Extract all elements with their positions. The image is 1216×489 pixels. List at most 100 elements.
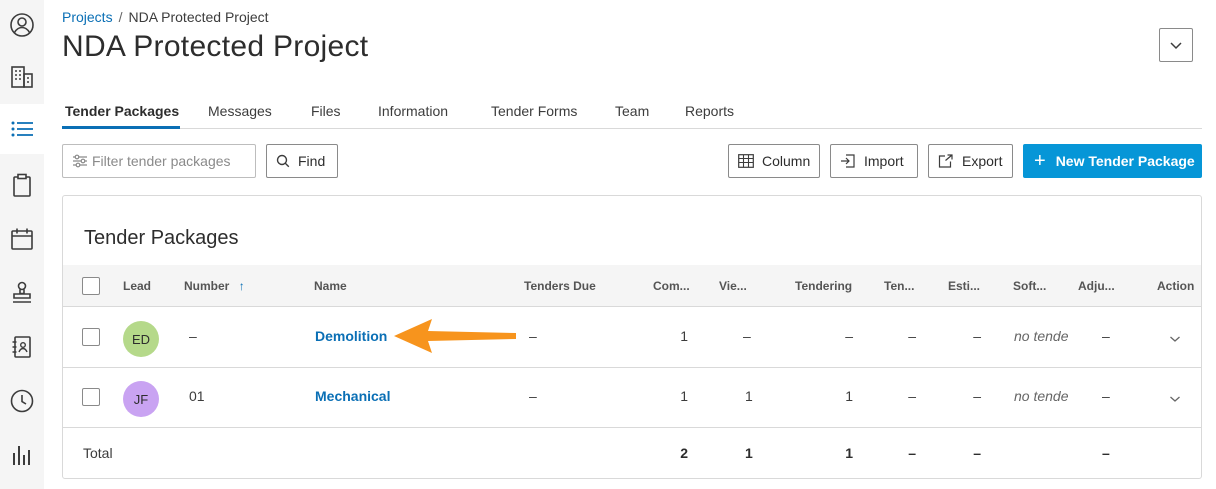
cell-estimate: –: [973, 328, 981, 344]
export-button[interactable]: Export: [928, 144, 1013, 178]
total-adjusted: –: [1102, 445, 1110, 461]
package-name-link[interactable]: Demolition: [315, 328, 387, 344]
chevron-down-icon: [1170, 336, 1180, 342]
active-tab-indicator: [62, 126, 180, 129]
calendar-icon: [11, 228, 33, 250]
tab-bar: Tender Packages Messages Files Informati…: [62, 98, 1202, 129]
find-button[interactable]: Find: [266, 144, 338, 178]
import-icon: [841, 154, 855, 168]
sidebar-item-companies[interactable]: [0, 52, 44, 102]
tender-packages-card: Tender Packages Lead Number ↑ Name Tende…: [62, 195, 1202, 479]
sidebar-item-directory[interactable]: [0, 322, 44, 372]
bar-chart-icon: [13, 446, 30, 465]
sidebar-item-approvals[interactable]: [0, 268, 44, 318]
import-label: Import: [864, 153, 904, 169]
cell-number: 01: [189, 388, 205, 404]
col-tendered[interactable]: Ten...: [884, 279, 914, 293]
list-icon: [11, 121, 33, 137]
clock-icon: [10, 389, 34, 413]
clipboard-icon: [13, 173, 31, 197]
tab-tender-packages[interactable]: Tender Packages: [65, 103, 179, 119]
sidebar-item-profile[interactable]: [0, 0, 44, 50]
project-menu-button[interactable]: [1159, 28, 1193, 62]
col-tenders-due[interactable]: Tenders Due: [524, 279, 596, 293]
new-tender-package-label: New Tender Package: [1055, 153, 1195, 169]
col-viewed[interactable]: Vie...: [719, 279, 747, 293]
filter-input[interactable]: Filter tender packages: [62, 144, 256, 178]
chevron-down-icon: [1170, 42, 1182, 50]
export-icon: [938, 154, 953, 168]
cell-tendering: 1: [845, 388, 853, 404]
avatar: JF: [123, 381, 159, 417]
cell-number: –: [189, 328, 197, 344]
breadcrumb-current: NDA Protected Project: [128, 9, 269, 25]
chevron-down-icon: [1170, 396, 1180, 402]
cell-tenders-due: –: [529, 388, 537, 404]
total-tendered: –: [908, 445, 916, 461]
sidebar-item-forms[interactable]: [0, 160, 44, 210]
row-checkbox[interactable]: [82, 388, 100, 406]
cell-tendered: –: [908, 328, 916, 344]
tab-team[interactable]: Team: [615, 103, 649, 119]
col-estimate[interactable]: Esti...: [948, 279, 980, 293]
page-title: NDA Protected Project: [62, 30, 369, 63]
avatar: ED: [123, 321, 159, 357]
tab-messages[interactable]: Messages: [208, 103, 272, 119]
breadcrumb: Projects / NDA Protected Project: [62, 9, 269, 25]
sidebar-item-reports[interactable]: [0, 430, 44, 480]
cell-committed: 1: [680, 328, 688, 344]
cell-viewed: –: [743, 328, 751, 344]
cell-adjusted: –: [1102, 328, 1110, 344]
col-committed[interactable]: Com...: [653, 279, 690, 293]
col-adjusted[interactable]: Adju...: [1078, 279, 1115, 293]
cell-committed: 1: [680, 388, 688, 404]
column-button[interactable]: Column: [728, 144, 820, 178]
plus-icon: +: [1034, 150, 1046, 172]
cell-adjusted: –: [1102, 388, 1110, 404]
search-icon: [276, 154, 290, 168]
table-columns-icon: [738, 154, 754, 168]
cell-soft: no tende: [1014, 388, 1069, 404]
row-action-button[interactable]: [1169, 390, 1181, 406]
total-tendering: 1: [845, 445, 853, 461]
cell-soft: no tende: [1014, 328, 1069, 344]
col-soft[interactable]: Soft...: [1013, 279, 1046, 293]
column-label: Column: [762, 153, 811, 169]
tab-reports[interactable]: Reports: [685, 103, 734, 119]
row-action-button[interactable]: [1169, 330, 1181, 346]
sidebar-item-history[interactable]: [0, 376, 44, 426]
user-circle-icon: [10, 13, 34, 37]
cell-estimate: –: [973, 388, 981, 404]
total-committed: 2: [680, 445, 688, 461]
stamp-icon: [13, 281, 31, 303]
sidebar-item-tender-packages[interactable]: [0, 104, 44, 154]
total-estimate: –: [973, 445, 981, 461]
col-number[interactable]: Number ↑: [184, 279, 245, 293]
filter-placeholder: Filter tender packages: [92, 153, 231, 169]
col-action: Action: [1157, 279, 1195, 293]
col-lead[interactable]: Lead: [123, 279, 151, 293]
cell-tendering: –: [845, 328, 853, 344]
sort-ascending-icon: ↑: [238, 279, 245, 293]
filter-icon: [73, 154, 87, 168]
breadcrumb-projects-link[interactable]: Projects: [62, 9, 113, 25]
table-row: ED – Demolition – 1 – – – – no tende –: [63, 308, 1201, 368]
import-button[interactable]: Import: [830, 144, 918, 178]
table-row: JF 01 Mechanical – 1 1 1 – – no tende –: [63, 368, 1201, 428]
col-tendering[interactable]: Tendering: [795, 279, 852, 293]
table-title: Tender Packages: [84, 227, 239, 249]
tab-files[interactable]: Files: [311, 103, 341, 119]
col-number-label: Number: [184, 279, 230, 293]
col-name[interactable]: Name: [314, 279, 347, 293]
tab-tender-forms[interactable]: Tender Forms: [491, 103, 577, 119]
sidebar-item-calendar[interactable]: [0, 214, 44, 264]
new-tender-package-button[interactable]: + New Tender Package: [1023, 144, 1202, 178]
tab-information[interactable]: Information: [378, 103, 448, 119]
building-icon: [11, 66, 33, 88]
row-checkbox[interactable]: [82, 328, 100, 346]
annotation-arrow-icon: [394, 319, 516, 353]
package-name-link[interactable]: Mechanical: [315, 388, 390, 404]
total-label: Total: [83, 445, 113, 461]
select-all-checkbox[interactable]: [82, 277, 100, 295]
total-row: Total 2 1 1 – – –: [63, 428, 1201, 478]
